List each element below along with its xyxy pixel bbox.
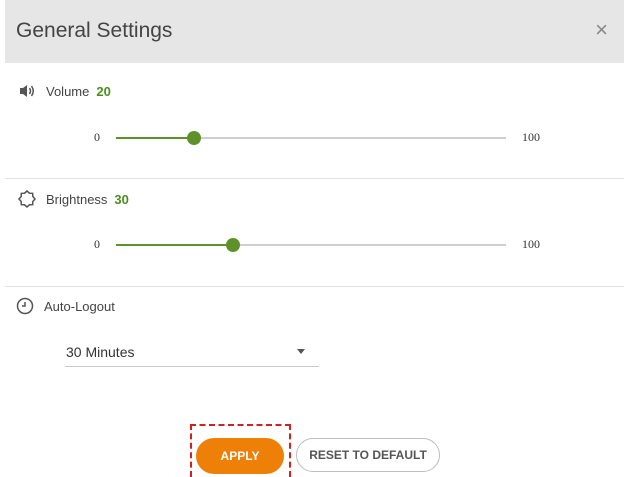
close-icon[interactable]: × xyxy=(595,19,608,41)
auto-logout-label: Auto-Logout xyxy=(44,298,115,314)
clock-icon xyxy=(15,296,35,316)
volume-slider-row: 0 100 xyxy=(5,128,624,148)
volume-label-row: Volume 20 xyxy=(17,81,111,101)
volume-slider[interactable] xyxy=(116,131,506,145)
brightness-label: Brightness xyxy=(46,191,108,207)
brightness-max-label: 100 xyxy=(522,237,540,251)
auto-logout-select[interactable]: 30 Minutes xyxy=(65,334,319,367)
volume-slider-thumb[interactable] xyxy=(187,131,201,145)
volume-label: Volume xyxy=(46,83,90,99)
auto-logout-selected-value: 30 Minutes xyxy=(66,344,135,360)
chevron-down-icon xyxy=(297,349,305,354)
brightness-icon xyxy=(17,189,37,209)
brightness-slider[interactable] xyxy=(116,238,506,252)
speaker-icon xyxy=(17,81,37,101)
general-settings-dialog: General Settings × Volume 20 0 100 Brigh… xyxy=(5,0,624,477)
brightness-slider-fill xyxy=(116,244,233,246)
divider xyxy=(5,286,624,287)
volume-value: 20 xyxy=(96,83,111,99)
volume-min-label: 0 xyxy=(94,130,100,144)
reset-to-default-button[interactable]: RESET TO DEFAULT xyxy=(296,438,440,472)
brightness-min-label: 0 xyxy=(94,237,100,251)
brightness-label-row: Brightness 30 xyxy=(17,189,129,209)
volume-slider-fill xyxy=(116,137,194,139)
brightness-slider-row: 0 100 xyxy=(5,235,624,255)
brightness-slider-thumb[interactable] xyxy=(226,238,240,252)
apply-button[interactable]: APPLY xyxy=(196,438,284,474)
auto-logout-label-row: Auto-Logout xyxy=(15,296,115,316)
brightness-value: 30 xyxy=(114,191,129,207)
dialog-title: General Settings xyxy=(16,19,173,42)
divider xyxy=(5,178,624,179)
volume-max-label: 100 xyxy=(522,130,540,144)
dialog-header: General Settings × xyxy=(5,0,624,63)
